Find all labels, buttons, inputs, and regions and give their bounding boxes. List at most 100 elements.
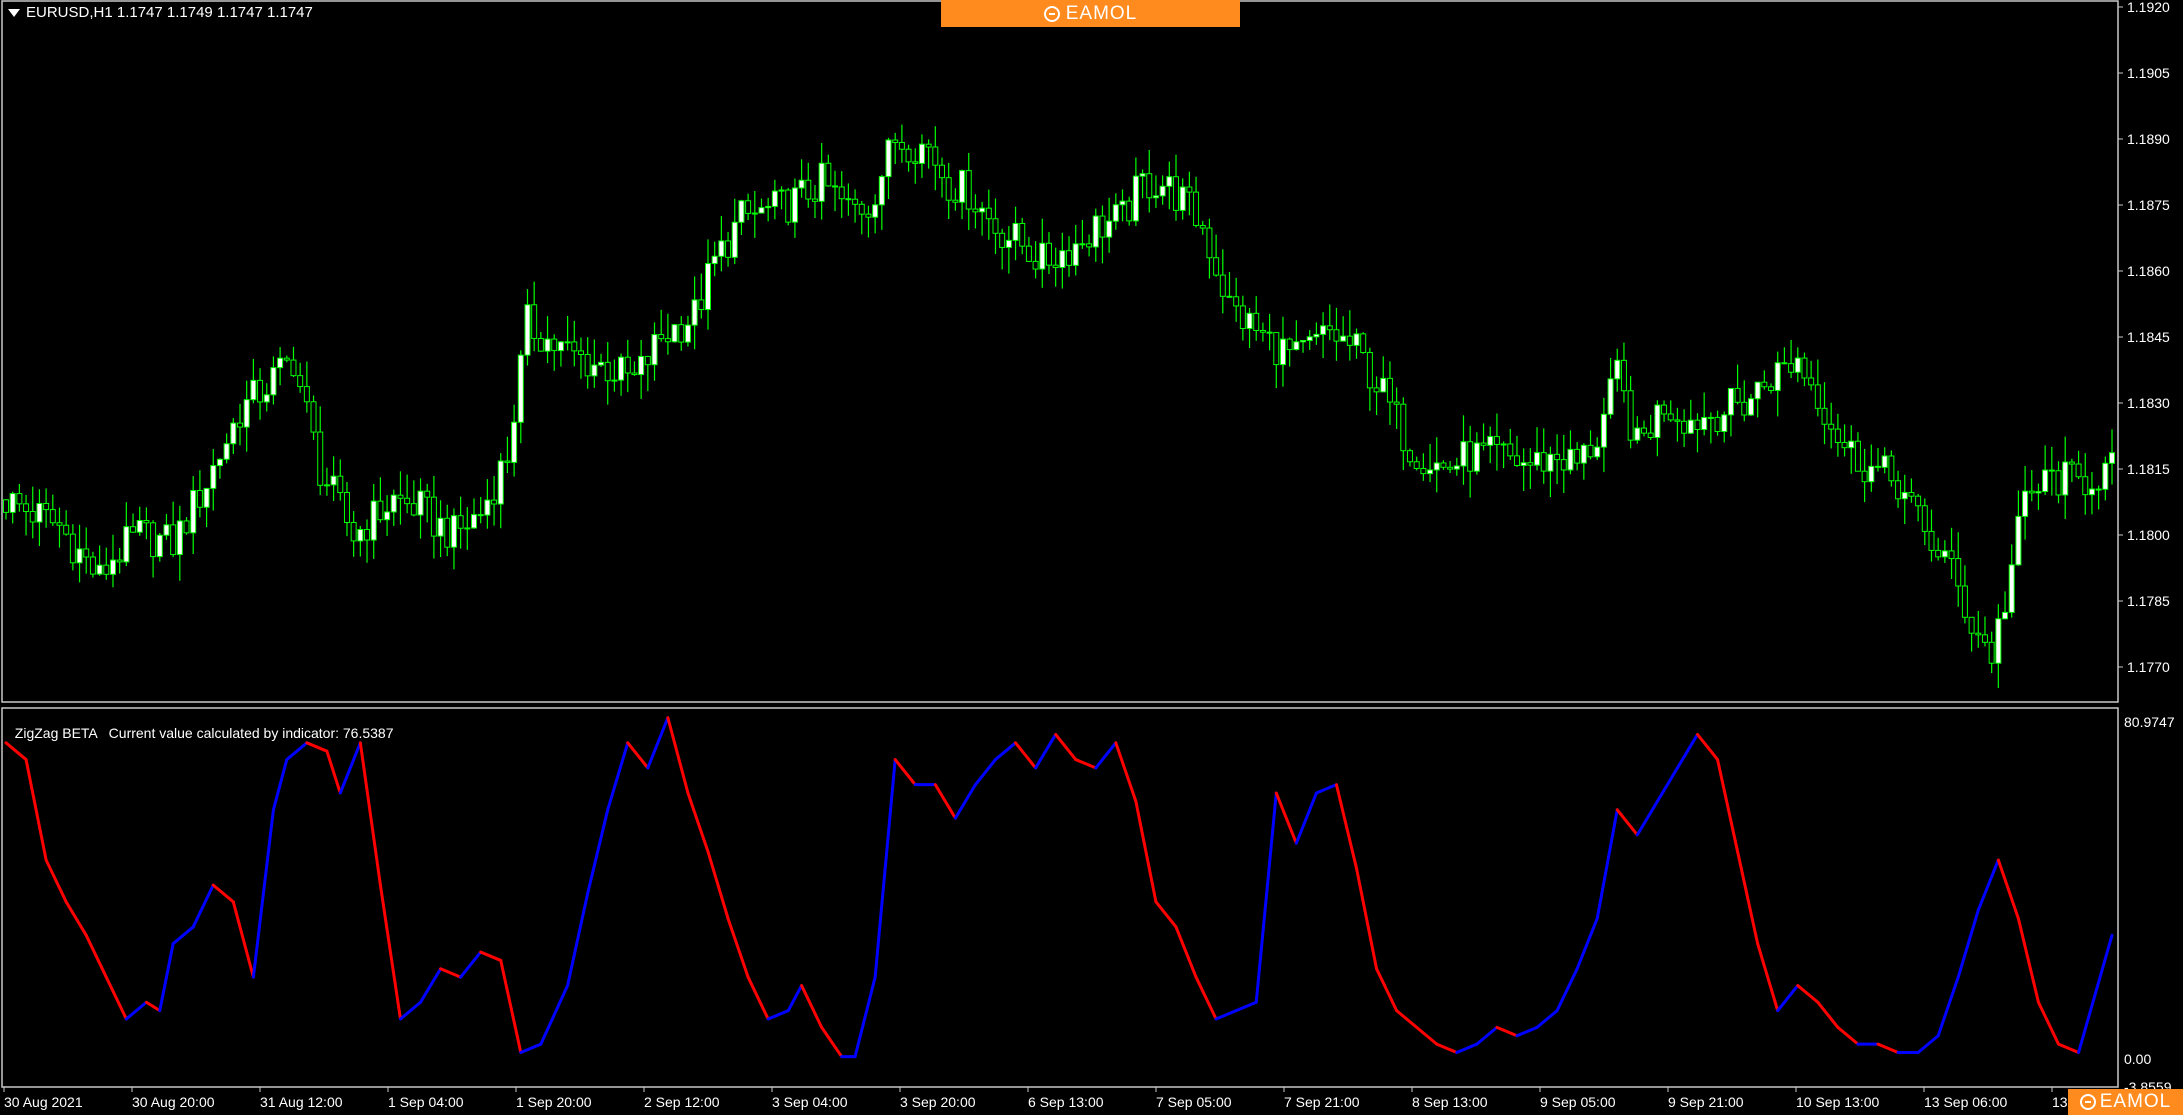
candle-body [1025,245,1032,262]
candle-body [1333,329,1340,342]
candle-body [1540,452,1547,472]
candle-body [2022,490,2029,517]
candle-body [1614,359,1621,380]
candle-body [992,218,999,234]
candle-body [898,141,905,150]
candle-body [23,503,30,512]
candle-body [150,522,157,558]
candle-body [2102,462,2109,490]
candle-body [76,548,83,564]
candle-body [738,200,745,223]
time-tick-label: 3 Sep 04:00 [772,1094,848,1110]
candle-body [1687,419,1694,434]
candle-body [1875,465,1881,468]
candle-body [1868,465,1875,483]
candle-body [638,355,645,376]
candle-body [1627,390,1634,441]
candle-body [2082,476,2089,496]
candle-body [838,186,845,200]
candle-body [1293,341,1300,351]
candle-body [283,357,290,361]
candle-body [1179,186,1186,211]
candle-body [1768,386,1775,391]
candle-body [377,500,384,521]
candle-body [731,221,738,258]
brand-name-corner: EAMOL [2099,1091,2172,1112]
candle-body [1246,312,1253,330]
candle-body [1694,419,1701,430]
candle-body [1641,427,1647,434]
candle-body [1634,427,1641,441]
brand-banner: EAMOL [941,0,1240,27]
time-tick-label: 1 Sep 20:00 [516,1094,592,1110]
candle-body [1527,462,1534,466]
candle-body [1266,331,1273,334]
candle-body [1106,220,1113,238]
candle-body [1186,186,1193,193]
candle-body [1126,200,1133,222]
candle-body [1353,333,1360,346]
brand-name: EAMOL [1065,2,1138,24]
candle-body [972,208,979,213]
candle-body [2095,488,2102,491]
candle-body [190,490,197,534]
candle-body [945,177,952,201]
time-tick-label: 31 Aug 12:00 [260,1094,343,1110]
candle-body [524,304,531,356]
candle-body [1794,357,1801,373]
time-tick-label: 3 Sep 20:00 [900,1094,976,1110]
candle-body [711,255,718,265]
candle-body [1233,296,1240,307]
candle-body [136,520,143,533]
candle-body [1681,420,1688,434]
candle-body [1761,381,1768,388]
candle-body [1079,243,1086,246]
candle-body [1420,467,1427,475]
symbol-info[interactable]: EURUSD,H1 1.1747 1.1749 1.1747 1.1747 [8,4,313,21]
candle-body [1915,495,1922,507]
candle-body [1052,264,1059,268]
candle-body [89,556,96,575]
price-tick-label: 1.1770 [2127,659,2170,675]
candle-body [2048,469,2055,472]
candle-body [1587,444,1594,458]
candle-body [858,203,865,215]
candle-body [905,148,912,163]
chart-area[interactable]: 1.1920 1.1905 1.1890 1.1875 1.1860 1.1845 1.18… [0,0,2183,1115]
candle-body [1661,404,1668,415]
candle-body [1139,173,1146,177]
candle-body [384,511,391,521]
triangle-down-icon[interactable] [8,8,20,17]
candle-body [1781,362,1788,365]
candle-body [1447,466,1454,470]
candle-body [1714,416,1721,433]
candle-body [1567,448,1574,471]
candle-body [1072,243,1079,266]
candle-body [1467,441,1474,472]
candle-body [511,421,518,463]
candle-body [1473,442,1480,472]
candle-body [263,394,270,403]
candle-body [725,240,732,258]
candle-body [116,559,123,563]
candle-body [1032,260,1039,270]
candle-body [865,213,872,218]
price-tick-label: 1.1920 [2127,0,2170,15]
candle-body [765,205,772,209]
candle-body [1373,387,1380,393]
candle-body [1206,227,1213,259]
candle-body [1279,338,1286,366]
candle-body [1734,387,1741,403]
candle-body [1560,459,1567,471]
candle-body [1427,469,1434,475]
candle-body [631,372,638,376]
candle-body [471,514,477,529]
candle-body [1701,417,1708,430]
candle-body [1814,384,1821,409]
candle-body [832,185,839,188]
time-tick-label: 13 Sep 06:00 [1924,1094,2008,1110]
candle-body [1908,492,1915,497]
candle-body [196,490,203,508]
candle-body [751,212,758,215]
candle-body [1213,257,1220,276]
